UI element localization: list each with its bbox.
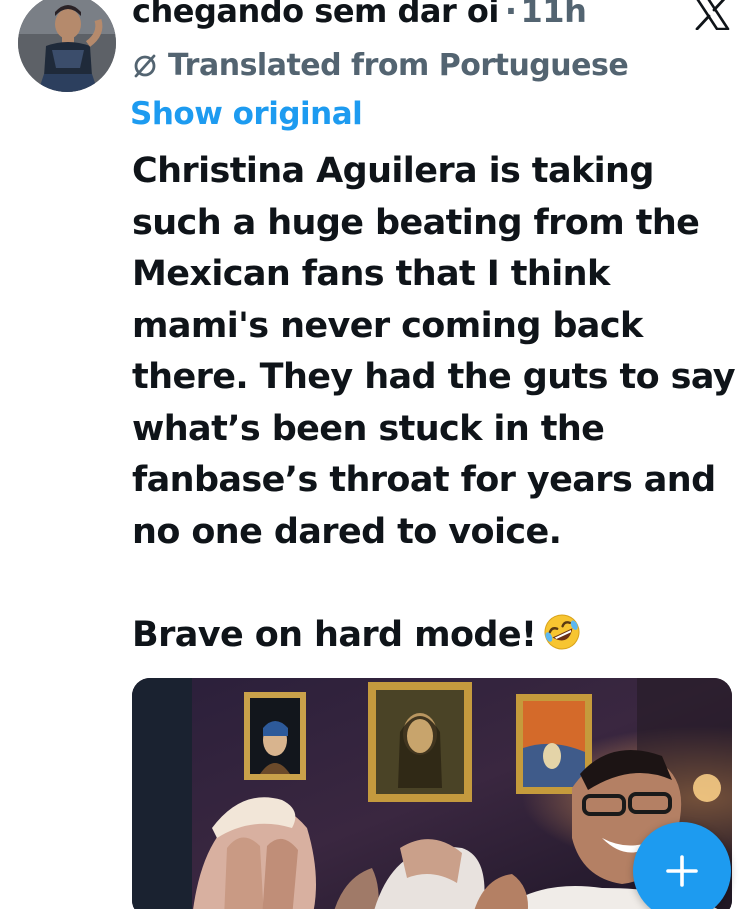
tweet-paragraph-2: Brave on hard mode! [132,610,742,662]
tweet-line: fanbase’s throat for years and [132,460,716,500]
tweet-paragraph-1: Christina Aguilera is taking such a huge… [132,146,742,558]
author-header: chegando sem dar oi · 11h [132,0,587,30]
separator-dot: · [504,0,517,30]
author-avatar[interactable] [18,0,116,92]
tweet-line: Christina Aguilera is taking [132,151,654,191]
translation-notice: Translated from Portuguese [132,48,629,83]
author-display-name[interactable]: chegando sem dar oi [132,0,499,30]
globe-slash-icon [134,54,156,77]
x-logo-icon[interactable] [694,0,730,31]
tweet-body: Christina Aguilera is taking such a huge… [132,146,742,662]
tweet-line: what’s been stuck in the [132,408,605,449]
post-timestamp[interactable]: 11h [521,0,587,30]
tweet-line: such a huge beating from the [132,202,700,243]
tweet-line: there. They had the guts to say [132,357,736,397]
tweet-line: no one dared to voice. [132,511,562,552]
tweet-line: Mexican fans that I think [132,254,610,294]
tweet-line-emoji: Brave on hard mode! [132,610,742,662]
plus-icon [666,855,698,887]
compose-button[interactable] [633,822,731,909]
tweet-line: mami's never coming back [132,305,643,346]
tweet-line: Brave on hard mode! [132,615,537,655]
translation-notice-text: Translated from Portuguese [168,48,629,83]
rolling-on-floor-laughing-emoji [544,614,580,650]
show-original-link[interactable]: Show original [130,96,363,132]
